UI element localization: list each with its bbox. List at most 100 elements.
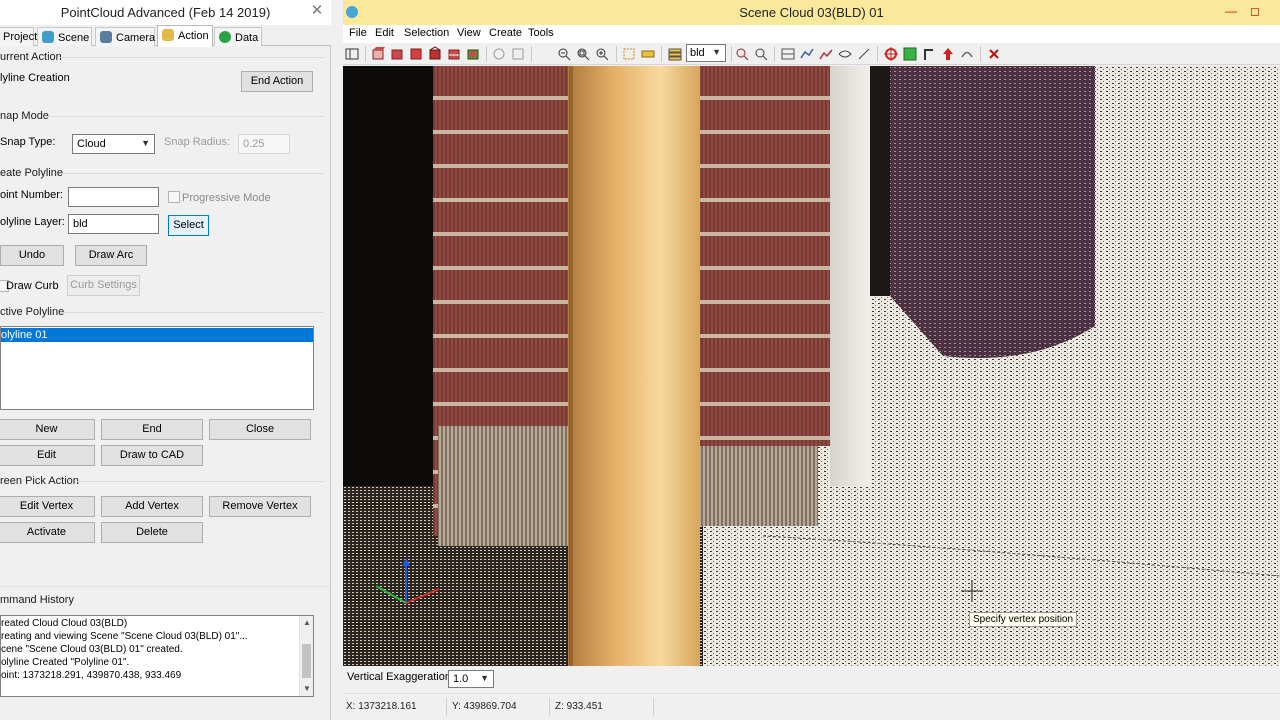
tool-profile-icon[interactable] [799,46,815,62]
add-vertex-button[interactable]: Add Vertex [101,496,203,517]
command-history-log[interactable]: reated Cloud Cloud 03(BLD) reating and v… [0,615,314,697]
upload-icon[interactable] [940,46,956,62]
draw-to-cad-button[interactable]: Draw to CAD [101,445,203,466]
left-close-button[interactable]: ✕ [303,0,331,22]
progressive-mode-checkbox[interactable] [168,191,180,203]
zoom-extents-icon[interactable] [575,46,591,62]
delete-button[interactable]: Delete [101,522,203,543]
target-icon[interactable] [883,46,899,62]
snap-type-label: Snap Type: [0,136,56,148]
left-title-bar: PointCloud Advanced (Feb 14 2019) ✕ [0,0,331,25]
history-line: olyline Created "Polyline 01". [1,657,130,668]
menu-view[interactable]: View [457,27,481,39]
undo-button[interactable]: Undo [0,245,64,266]
tool-chart-icon[interactable] [818,46,834,62]
zoom-in-icon[interactable] [594,46,610,62]
snap-type-select[interactable]: Cloud ▼ [72,134,155,154]
remove-vertex-button[interactable]: Remove Vertex [209,496,311,517]
green-grid-icon[interactable] [902,46,918,62]
current-action-value: lyline Creation [0,72,70,84]
point-cloud-viewport[interactable]: Specify vertex position [343,66,1280,666]
layers-icon[interactable] [667,46,683,62]
history-line: reating and viewing Scene "Scene Cloud 0… [1,631,248,642]
pick-zoom-icon[interactable] [734,46,750,62]
camera-icon [100,31,112,43]
panel-tabs: Project Scene Camera Action Data [0,25,331,47]
close-icon[interactable] [986,46,1002,62]
end-action-button[interactable]: End Action [241,71,313,92]
vertex-tooltip: Specify vertex position [969,612,1078,627]
tab-action[interactable]: Action [157,25,213,47]
vertical-exaggeration-select[interactable]: 1.0 ▼ [448,670,494,688]
tab-scene[interactable]: Scene [37,27,92,46]
select-rect-icon[interactable] [621,46,637,62]
menu-selection[interactable]: Selection [404,27,449,39]
chevron-up-icon[interactable]: ▲ [300,618,314,627]
divider [60,312,324,313]
measure-icon[interactable] [640,46,656,62]
create-polyline-group: eate Polyline [0,167,63,179]
snap-radius-input[interactable]: 0.25 [238,134,290,154]
chevron-down-icon: ▼ [141,138,150,148]
rotate-icon[interactable] [491,46,507,62]
history-line: reated Cloud Cloud 03(BLD) [1,618,128,629]
list-item[interactable]: olyline 01 [1,328,313,342]
command-history-group: mmand History [0,594,74,606]
cube-view-2-icon[interactable] [389,46,405,62]
toolbar-separator [980,46,981,62]
pick-frame-icon[interactable] [753,46,769,62]
point-number-input[interactable] [68,187,159,207]
menu-create[interactable]: Create [489,27,522,39]
panel-toggle-icon[interactable] [344,46,360,62]
tab-project[interactable]: Project [0,27,37,46]
progressive-mode-label: Progressive Mode [182,192,271,204]
toolbar-separator [731,46,732,62]
pan-icon[interactable] [510,46,526,62]
zoom-out-icon[interactable] [556,46,572,62]
divider [0,586,330,587]
status-y: Y: 439869.704 [452,701,517,712]
curb-settings-button[interactable]: Curb Settings [67,275,140,296]
divider [76,481,324,482]
cube-view-6-icon[interactable] [465,46,481,62]
polyline-list[interactable]: olyline 01 [0,326,314,410]
pointcloud-panel-window: PointCloud Advanced (Feb 14 2019) ✕ Proj… [0,0,331,720]
toolbar-separator [774,46,775,62]
edit-polyline-button[interactable]: Edit [0,445,95,466]
draw-arc-button[interactable]: Draw Arc [75,245,147,266]
maximize-button[interactable]: ◻ [1244,2,1266,20]
menu-tools[interactable]: Tools [528,27,554,39]
minimize-button[interactable]: — [1220,2,1242,20]
tab-data[interactable]: Data [214,27,262,46]
snap-mode-group: nap Mode [0,110,49,122]
toolbar-separator [877,46,878,62]
polyline-layer-input[interactable]: bld [68,214,159,234]
chevron-down-icon[interactable]: ▼ [300,684,314,693]
edit-vertex-button[interactable]: Edit Vertex [0,496,95,517]
curb-icon[interactable] [921,46,937,62]
layer-select[interactable]: bld ▼ [686,44,726,62]
menu-file[interactable]: File [349,27,367,39]
tool-line-icon[interactable] [856,46,872,62]
scrollbar-thumb[interactable] [302,644,311,678]
close-polyline-button[interactable]: Close [209,419,311,440]
point-cloud-canvas[interactable] [343,66,1280,666]
activate-button[interactable]: Activate [0,522,95,543]
tool-grid-icon[interactable] [780,46,796,62]
toolbar: bld ▼ [343,43,1280,65]
tool-mesh-icon[interactable] [837,46,853,62]
menu-edit[interactable]: Edit [375,27,394,39]
cube-view-3-icon[interactable] [408,46,424,62]
end-polyline-button[interactable]: End [101,419,203,440]
history-scrollbar[interactable]: ▲ ▼ [299,616,313,696]
cube-view-5-icon[interactable] [446,46,462,62]
cube-view-1-icon[interactable] [370,46,386,62]
tab-camera[interactable]: Camera [95,27,155,46]
divider [44,116,324,117]
new-polyline-button[interactable]: New [0,419,95,440]
select-layer-button[interactable]: Select [168,215,209,236]
screen-pick-group: reen Pick Action [0,475,79,487]
cube-view-4-icon[interactable] [427,46,443,62]
toolbar-separator [616,46,617,62]
link-icon[interactable] [959,46,975,62]
